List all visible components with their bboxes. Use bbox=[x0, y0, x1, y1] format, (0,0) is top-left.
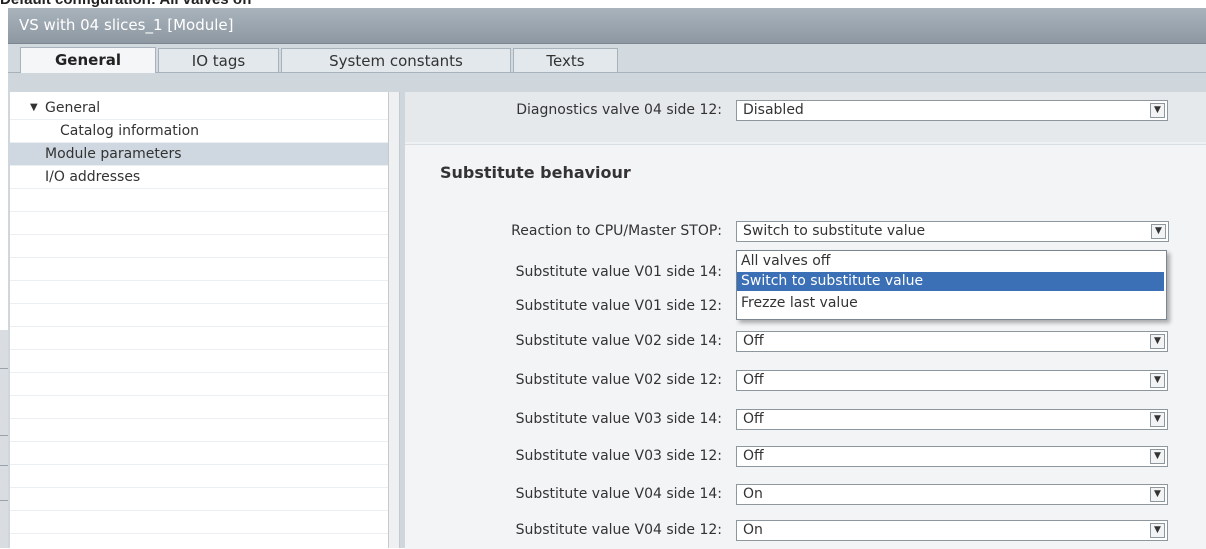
select-value: Off bbox=[743, 372, 764, 388]
nav-item-io-addresses[interactable]: I/O addresses bbox=[10, 166, 388, 189]
parameter-panel bbox=[405, 92, 1206, 549]
tab-io-tags[interactable]: IO tags bbox=[158, 48, 279, 72]
nav-empty-row bbox=[10, 511, 388, 534]
tab-strip: General IO tags System constants Texts bbox=[8, 44, 1206, 73]
select-value: On bbox=[743, 522, 763, 538]
reaction-select[interactable]: Switch to substitute value ▼ bbox=[736, 221, 1169, 242]
nav-empty-row bbox=[10, 212, 388, 235]
param-label: Substitute value V04 side 14: bbox=[515, 486, 722, 502]
navigation-tree: ▼ General Catalog information Module par… bbox=[10, 92, 388, 548]
nav-item-label: Module parameters bbox=[45, 146, 182, 162]
nav-empty-row bbox=[10, 350, 388, 373]
nav-empty-row bbox=[10, 442, 388, 465]
tab-texts[interactable]: Texts bbox=[513, 48, 618, 72]
dropdown-option-all-valves-off[interactable]: All valves off bbox=[737, 252, 1164, 271]
param-label: Substitute value V02 side 14: bbox=[515, 333, 722, 349]
param-select[interactable]: Off ▼ bbox=[736, 446, 1168, 467]
select-value: On bbox=[743, 486, 763, 502]
diagnostics-select[interactable]: Disabled ▼ bbox=[736, 100, 1168, 121]
figure-caption: Default configuration: All valves off bbox=[0, 0, 252, 8]
tab-general[interactable]: General bbox=[20, 47, 156, 73]
dropdown-option-switch-to-substitute[interactable]: Switch to substitute value bbox=[737, 272, 1164, 291]
param-select[interactable]: Off ▼ bbox=[736, 370, 1168, 391]
nav-empty-row bbox=[10, 235, 388, 258]
window-title: VS with 04 slices_1 [Module] bbox=[19, 16, 234, 34]
nav-empty-row bbox=[10, 304, 388, 327]
nav-empty-row bbox=[10, 488, 388, 511]
nav-empty-row bbox=[10, 396, 388, 419]
background-window-edge bbox=[0, 330, 8, 548]
triangle-down-icon[interactable]: ▼ bbox=[30, 97, 38, 119]
nav-item-module-parameters[interactable]: Module parameters bbox=[10, 143, 388, 166]
nav-empty-row bbox=[10, 465, 388, 488]
section-title: Substitute behaviour bbox=[440, 163, 631, 182]
nav-empty-row bbox=[10, 419, 388, 442]
nav-empty-row bbox=[10, 373, 388, 396]
param-select[interactable]: On ▼ bbox=[736, 520, 1168, 541]
nav-item-general[interactable]: ▼ General bbox=[10, 97, 388, 120]
nav-item-label: Catalog information bbox=[60, 123, 200, 139]
param-label: Substitute value V02 side 12: bbox=[515, 372, 722, 388]
window-titlebar: VS with 04 slices_1 [Module] bbox=[8, 8, 1206, 44]
dropdown-arrow-icon[interactable]: ▼ bbox=[1150, 334, 1165, 349]
param-label: Substitute value V01 side 12: bbox=[515, 298, 722, 314]
select-value: Off bbox=[743, 448, 764, 464]
param-label: Substitute value V01 side 14: bbox=[515, 264, 722, 280]
dropdown-arrow-icon[interactable]: ▼ bbox=[1150, 103, 1165, 118]
param-select[interactable]: Off ▼ bbox=[736, 409, 1168, 430]
param-select[interactable]: On ▼ bbox=[736, 484, 1168, 505]
nav-empty-row bbox=[10, 258, 388, 281]
nav-item-catalog-information[interactable]: Catalog information bbox=[10, 120, 388, 143]
nav-empty-row bbox=[10, 189, 388, 212]
nav-item-label: I/O addresses bbox=[45, 169, 141, 185]
dropdown-arrow-icon[interactable]: ▼ bbox=[1150, 449, 1165, 464]
select-value: Off bbox=[743, 411, 764, 427]
dropdown-arrow-icon[interactable]: ▼ bbox=[1150, 487, 1165, 502]
nav-empty-row bbox=[10, 281, 388, 304]
nav-item-label: General bbox=[45, 100, 101, 116]
param-label: Substitute value V03 side 14: bbox=[515, 411, 722, 427]
select-value: Off bbox=[743, 333, 764, 349]
nav-empty-row bbox=[10, 327, 388, 350]
tab-system-constants[interactable]: System constants bbox=[281, 48, 511, 72]
diagnostics-label: Diagnostics valve 04 side 12: bbox=[516, 102, 722, 118]
param-label: Substitute value V03 side 12: bbox=[515, 448, 722, 464]
select-value: Disabled bbox=[743, 102, 804, 118]
dropdown-arrow-icon[interactable]: ▼ bbox=[1151, 224, 1166, 239]
dropdown-arrow-icon[interactable]: ▼ bbox=[1150, 523, 1165, 538]
dropdown-option-freeze-last-value[interactable]: Frezze last value bbox=[737, 294, 1164, 313]
param-select[interactable]: Off ▼ bbox=[736, 331, 1168, 352]
param-label: Substitute value V04 side 12: bbox=[515, 522, 722, 538]
dropdown-arrow-icon[interactable]: ▼ bbox=[1150, 373, 1165, 388]
reaction-label: Reaction to CPU/Master STOP: bbox=[511, 223, 722, 239]
dropdown-arrow-icon[interactable]: ▼ bbox=[1150, 412, 1165, 427]
nav-scrollbar[interactable] bbox=[388, 92, 400, 548]
reaction-dropdown-list: All valves off Switch to substitute valu… bbox=[736, 250, 1167, 320]
select-value: Switch to substitute value bbox=[743, 223, 926, 239]
